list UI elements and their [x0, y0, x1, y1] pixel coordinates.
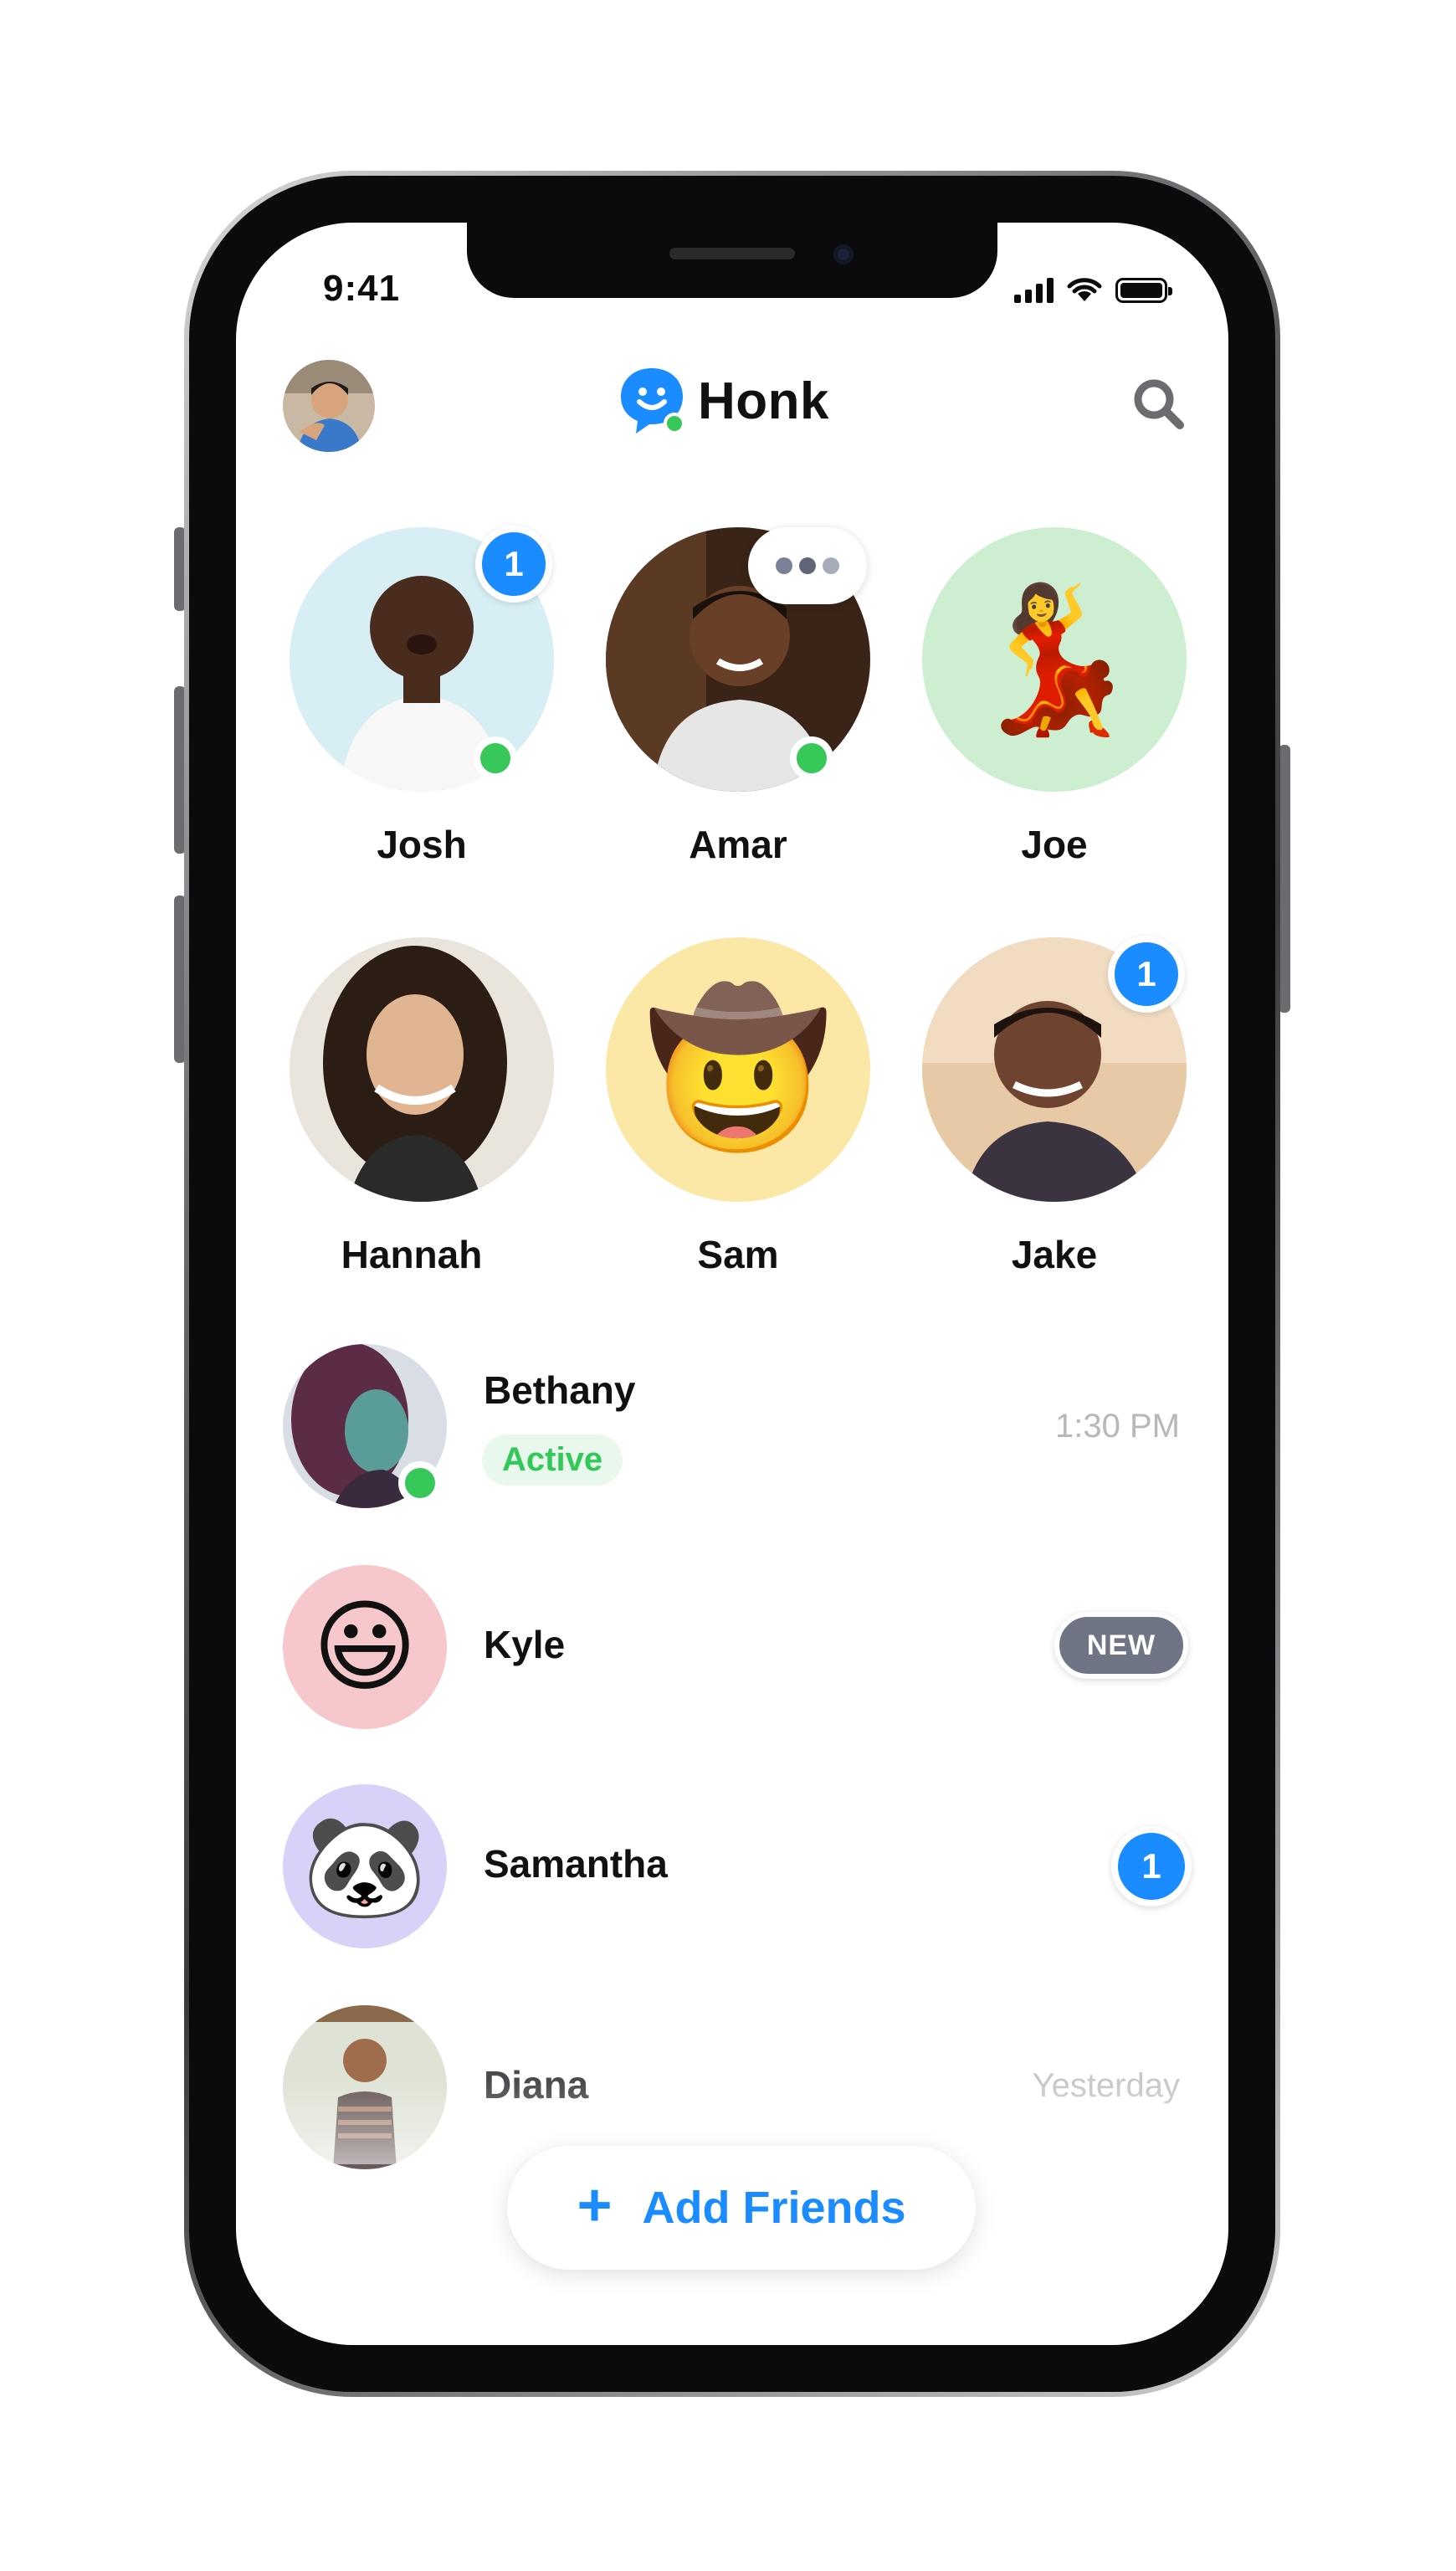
- contact-name: Joe: [1021, 823, 1088, 866]
- avatar: 🤠: [606, 937, 870, 1202]
- app-brand: Honk: [618, 365, 829, 437]
- active-status-badge: Active: [482, 1434, 623, 1486]
- contact-name: Jake: [1011, 1233, 1098, 1276]
- conversation-row[interactable]: 🐼 Samantha 1: [283, 1784, 1200, 1952]
- online-indicator: [790, 736, 833, 780]
- cellular-signal-icon: [1014, 276, 1054, 303]
- search-icon[interactable]: [1130, 375, 1188, 434]
- phone-frame: 9:41 Honk 1 Josh Amar 💃 Joe Hannah 🤠 Sam…: [184, 171, 1280, 2397]
- dancer-emoji-icon: 💃: [966, 580, 1143, 739]
- panda-emoji-icon: 🐼: [302, 1810, 428, 1922]
- add-friends-button[interactable]: + Add Friends: [507, 2146, 976, 2270]
- contact-name: Josh: [377, 823, 467, 866]
- typing-indicator: [748, 527, 867, 604]
- contact-name: Diana: [484, 2063, 589, 2107]
- phone-bezel: 9:41 Honk 1 Josh Amar 💃 Joe Hannah 🤠 Sam…: [189, 176, 1275, 2392]
- avatar: [283, 2005, 447, 2169]
- online-indicator: [474, 736, 517, 780]
- speaker-grille: [669, 248, 795, 259]
- avatar: [290, 937, 554, 1202]
- conversation-row[interactable]: 😃 Kyle NEW: [283, 1565, 1200, 1732]
- unread-badge: 1: [1111, 1826, 1192, 1906]
- plus-icon: +: [577, 2172, 613, 2239]
- contact-name: Hannah: [341, 1233, 483, 1276]
- add-friends-label: Add Friends: [642, 2183, 906, 2233]
- front-camera: [833, 244, 854, 264]
- online-indicator: [398, 1461, 442, 1505]
- message-time: 1:30 PM: [1055, 1408, 1180, 1445]
- unread-badge: 1: [475, 526, 552, 603]
- contact-name: Kyle: [484, 1623, 566, 1666]
- status-time: 9:41: [323, 268, 401, 309]
- contact-name: Samantha: [484, 1842, 668, 1886]
- app-title: Honk: [698, 372, 829, 430]
- avatar: 🐼: [283, 1784, 447, 1948]
- battery-icon: [1115, 278, 1172, 303]
- wifi-icon: [1067, 278, 1102, 301]
- conversation-row[interactable]: Bethany Active 1:30 PM: [283, 1344, 1200, 1511]
- honk-logo-icon: [621, 368, 685, 434]
- contact-name: Bethany: [484, 1368, 636, 1412]
- avatar: 😃: [283, 1565, 447, 1729]
- message-time: Yesterday: [1032, 2067, 1180, 2104]
- power-button: [1279, 745, 1290, 1013]
- contact-name: Sam: [697, 1233, 779, 1276]
- app-screen: 9:41 Honk 1 Josh Amar 💃 Joe Hannah 🤠 Sam…: [236, 223, 1228, 2345]
- contact-name: Amar: [689, 823, 787, 866]
- cowboy-emoji-icon: 🤠: [643, 985, 833, 1153]
- unread-badge: 1: [1108, 936, 1185, 1013]
- status-icons: [1014, 273, 1172, 303]
- new-badge: NEW: [1054, 1612, 1188, 1679]
- notch: [467, 223, 997, 298]
- avatar: 💃: [922, 527, 1187, 792]
- profile-avatar[interactable]: [283, 360, 375, 452]
- smiley-emoji-icon: 😃: [312, 1591, 418, 1703]
